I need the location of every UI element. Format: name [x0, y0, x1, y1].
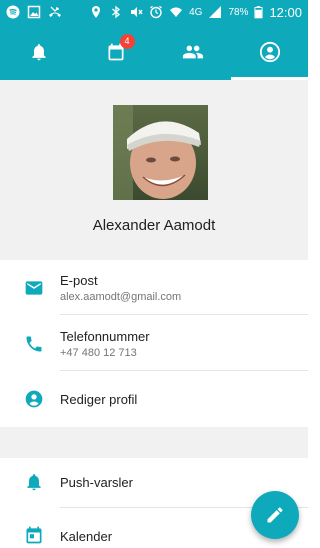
phone-row[interactable]: Telefonnummer +47 480 12 713: [0, 315, 308, 371]
profile-name: Alexander Aamodt: [92, 217, 216, 234]
tab-calendar[interactable]: 4: [77, 24, 154, 80]
profile-header: Alexander Aamodt: [0, 80, 308, 260]
people-icon: [182, 45, 203, 59]
signal-icon: [209, 6, 222, 18]
location-icon: [92, 6, 101, 18]
bell-icon: [27, 474, 41, 491]
bell-icon: [31, 44, 46, 61]
email-value: alex.aamodt@gmail.com: [60, 291, 182, 303]
tab-bar: 4: [0, 24, 308, 80]
missed-call-icon: [49, 6, 61, 17]
status-bar-left: [6, 5, 62, 19]
status-bar-right: 4G 78% 12:00: [89, 5, 302, 20]
phone-value: +47 480 12 713: [60, 347, 137, 359]
avatar[interactable]: [113, 105, 208, 200]
edit-fab-button[interactable]: [251, 491, 299, 539]
status-bar: 4G 78% 12:00: [0, 0, 308, 24]
calendar-badge: 4: [119, 34, 135, 49]
edit-profile-label: Rediger profil: [60, 392, 138, 407]
calendar-icon: [26, 526, 42, 544]
network-type: 4G: [189, 6, 203, 18]
account-circle-icon: [259, 41, 280, 63]
push-notifications-label: Push-varsler: [60, 475, 133, 490]
email-row[interactable]: E-post alex.aamodt@gmail.com: [0, 260, 308, 315]
tab-notifications[interactable]: [0, 24, 77, 80]
battery-percent: 78%: [228, 6, 249, 18]
mute-icon: [131, 7, 143, 17]
phone-icon: [26, 336, 42, 352]
image-icon: [27, 5, 41, 19]
alarm-icon: [150, 5, 163, 19]
clock: 12:00: [269, 4, 302, 20]
email-icon: [25, 281, 43, 295]
calendar-label: Kalender: [60, 529, 113, 544]
edit-profile-row[interactable]: Rediger profil: [0, 371, 308, 427]
email-label: E-post: [60, 273, 98, 288]
pencil-icon: [267, 507, 283, 523]
spotify-icon: [6, 5, 20, 19]
wifi-icon: [170, 7, 183, 17]
section-separator: [0, 427, 308, 458]
bluetooth-icon: [112, 5, 121, 19]
tab-people[interactable]: [154, 24, 231, 80]
battery-icon: [254, 6, 264, 19]
tab-profile[interactable]: [231, 24, 308, 80]
phone-label: Telefonnummer: [60, 329, 150, 344]
profile-photo: [113, 105, 208, 200]
account-circle-icon: [25, 390, 43, 408]
